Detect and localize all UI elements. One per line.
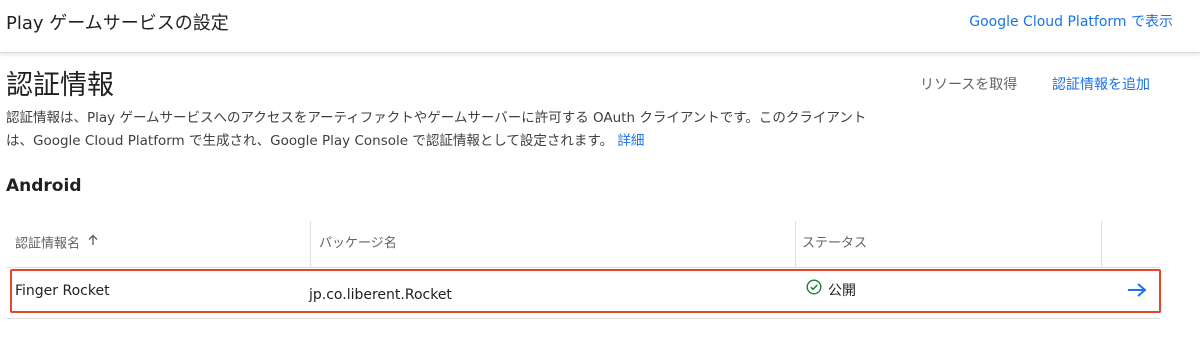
status-label: 公開 — [828, 283, 856, 299]
android-heading: Android — [6, 176, 82, 196]
column-divider — [1101, 221, 1102, 267]
status-cell: 公開 — [806, 268, 856, 318]
column-header-name[interactable]: 認証情報名 — [15, 221, 100, 267]
credentials-description: 認証情報は、Play ゲームサービスへのアクセスをアーティファクトやゲームサーバ… — [6, 107, 996, 153]
description-line-1: 認証情報は、Play ゲームサービスへのアクセスをアーティファクトやゲームサーバ… — [6, 110, 867, 126]
arrow-up-icon[interactable] — [86, 221, 100, 267]
android-credentials-table: 認証情報名 パッケージ名 ステータス Finger Rocket jp.co.l… — [6, 221, 1160, 321]
column-divider — [795, 221, 796, 267]
package-name-cell: jp.co.liberent.Rocket — [309, 287, 452, 303]
credential-name-cell: Finger Rocket — [15, 283, 110, 299]
arrow-right-icon[interactable] — [1126, 281, 1148, 303]
top-app-bar: Play ゲームサービスの設定 Google Cloud Platform で表… — [0, 0, 1200, 53]
table-header: 認証情報名 パッケージ名 ステータス — [6, 221, 1160, 268]
get-resources-button[interactable]: リソースを取得 — [920, 74, 1017, 94]
description-line-2-text: は、Google Cloud Platform で生成され、Google Pla… — [6, 133, 614, 149]
check-circle-icon — [806, 268, 822, 314]
column-divider — [310, 221, 311, 267]
learn-more-link[interactable]: 詳細 — [617, 133, 644, 149]
page-title: Play ゲームサービスの設定 — [6, 13, 229, 34]
view-in-cloud-platform-link[interactable]: Google Cloud Platform で表示 — [969, 11, 1173, 31]
description-line-2: は、Google Cloud Platform で生成され、Google Pla… — [6, 130, 996, 153]
credentials-title: 認証情報 — [6, 70, 114, 101]
add-credentials-button[interactable]: 認証情報を追加 — [1052, 74, 1150, 94]
column-header-status[interactable]: ステータス — [802, 221, 867, 267]
table-row[interactable]: Finger Rocket jp.co.liberent.Rocket 公開 — [6, 268, 1160, 319]
column-header-package[interactable]: パッケージ名 — [319, 221, 397, 267]
column-header-name-label: 認証情報名 — [15, 236, 81, 252]
